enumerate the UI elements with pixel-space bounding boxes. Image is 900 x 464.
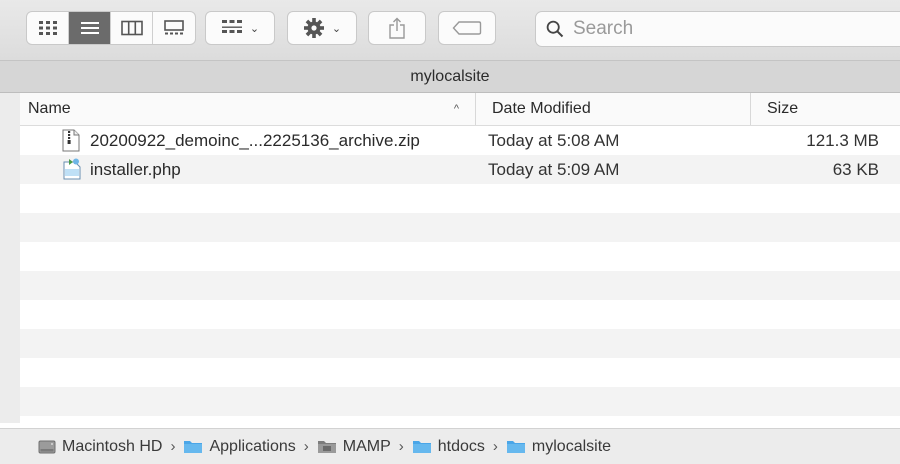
- file-row[interactable]: installer.php Today at 5:09 AM 63 KB: [20, 155, 900, 184]
- path-separator: ›: [303, 438, 309, 455]
- file-name: installer.php: [90, 159, 181, 179]
- sidebar-edge: [0, 93, 20, 423]
- search-icon: [546, 20, 564, 38]
- gallery-view-button[interactable]: [153, 12, 195, 44]
- empty-row: [20, 329, 900, 358]
- path-item-applications[interactable]: Applications: [183, 437, 296, 456]
- column-view-button[interactable]: [111, 12, 153, 44]
- folder-icon: [317, 441, 336, 453]
- path-item-label: Macintosh HD: [62, 437, 163, 455]
- file-size: 63 KB: [832, 159, 879, 179]
- path-item-label: htdocs: [437, 437, 485, 455]
- search-field[interactable]: [535, 11, 900, 47]
- tags-button[interactable]: [438, 11, 496, 45]
- file-date-modified: Today at 5:08 AM: [488, 130, 620, 150]
- folder-icon: [184, 441, 203, 453]
- folder-icon: [506, 441, 525, 453]
- window-title: mylocalsite: [410, 67, 490, 85]
- window-title-bar: mylocalsite: [0, 60, 900, 93]
- chevron-down-icon: ⌄: [249, 22, 260, 35]
- path-item-label: MAMP: [342, 437, 391, 455]
- sort-ascending-icon: ^: [453, 103, 459, 115]
- column-header-name[interactable]: Name ^: [20, 93, 475, 125]
- list-view-button[interactable]: [69, 12, 111, 44]
- column-header-size[interactable]: Size: [750, 93, 900, 125]
- list-header: Name ^ Date Modified Size: [20, 93, 900, 126]
- empty-row: [20, 213, 900, 242]
- gear-icon: [303, 18, 324, 38]
- empty-row: [20, 358, 900, 387]
- columns-icon: [120, 20, 143, 36]
- file-list: Name ^ Date Modified Size 20200922_demoi…: [20, 93, 900, 423]
- path-item-label: mylocalsite: [531, 437, 612, 455]
- column-header-size-label: Size: [767, 100, 799, 117]
- file-row[interactable]: 20200922_demoinc_...2225136_archive.zip …: [20, 126, 900, 155]
- list-icon: [80, 22, 99, 34]
- empty-row: [20, 300, 900, 329]
- group-by-button[interactable]: ⌄: [205, 11, 275, 45]
- path-separator: ›: [170, 438, 176, 455]
- toolbar: ⌄ ⌄: [0, 0, 900, 60]
- share-button[interactable]: [368, 11, 426, 45]
- file-size: 121.3 MB: [806, 130, 879, 150]
- empty-row: [20, 184, 900, 213]
- column-header-date-label: Date Modified: [492, 100, 591, 117]
- path-item-mylocalsite[interactable]: mylocalsite: [506, 438, 611, 456]
- path-bar: Macintosh HD › Applications › MAMP › htd…: [0, 428, 900, 464]
- file-rows: 20200922_demoinc_...2225136_archive.zip …: [20, 126, 900, 445]
- file-name: 20200922_demoinc_...2225136_archive.zip: [90, 130, 420, 150]
- path-separator: ›: [398, 438, 404, 455]
- grid-icon: [38, 21, 57, 35]
- share-icon: [389, 17, 405, 39]
- path-item-macintosh-hd[interactable]: Macintosh HD: [38, 438, 162, 456]
- group-grid-icon: [221, 20, 242, 33]
- icon-view-button[interactable]: [27, 12, 69, 44]
- view-mode-segmented-control: [26, 11, 196, 45]
- empty-row: [20, 242, 900, 271]
- folder-icon: [412, 441, 431, 453]
- file-date-modified: Today at 5:09 AM: [488, 159, 620, 179]
- column-header-name-label: Name: [28, 100, 71, 117]
- path-item-label: Applications: [209, 437, 296, 455]
- hard-drive-icon: [38, 440, 56, 453]
- path-separator: ›: [492, 438, 498, 455]
- empty-row: [20, 387, 900, 416]
- column-header-date-modified[interactable]: Date Modified: [475, 93, 750, 125]
- search-input[interactable]: [571, 17, 875, 41]
- chevron-down-icon: ⌄: [331, 22, 342, 35]
- empty-row: [20, 271, 900, 300]
- action-menu-button[interactable]: ⌄: [287, 11, 357, 45]
- tag-icon: [452, 21, 482, 35]
- path-item-mamp[interactable]: MAMP: [317, 438, 391, 456]
- path-item-htdocs[interactable]: htdocs: [412, 438, 485, 456]
- gallery-icon: [164, 20, 184, 35]
